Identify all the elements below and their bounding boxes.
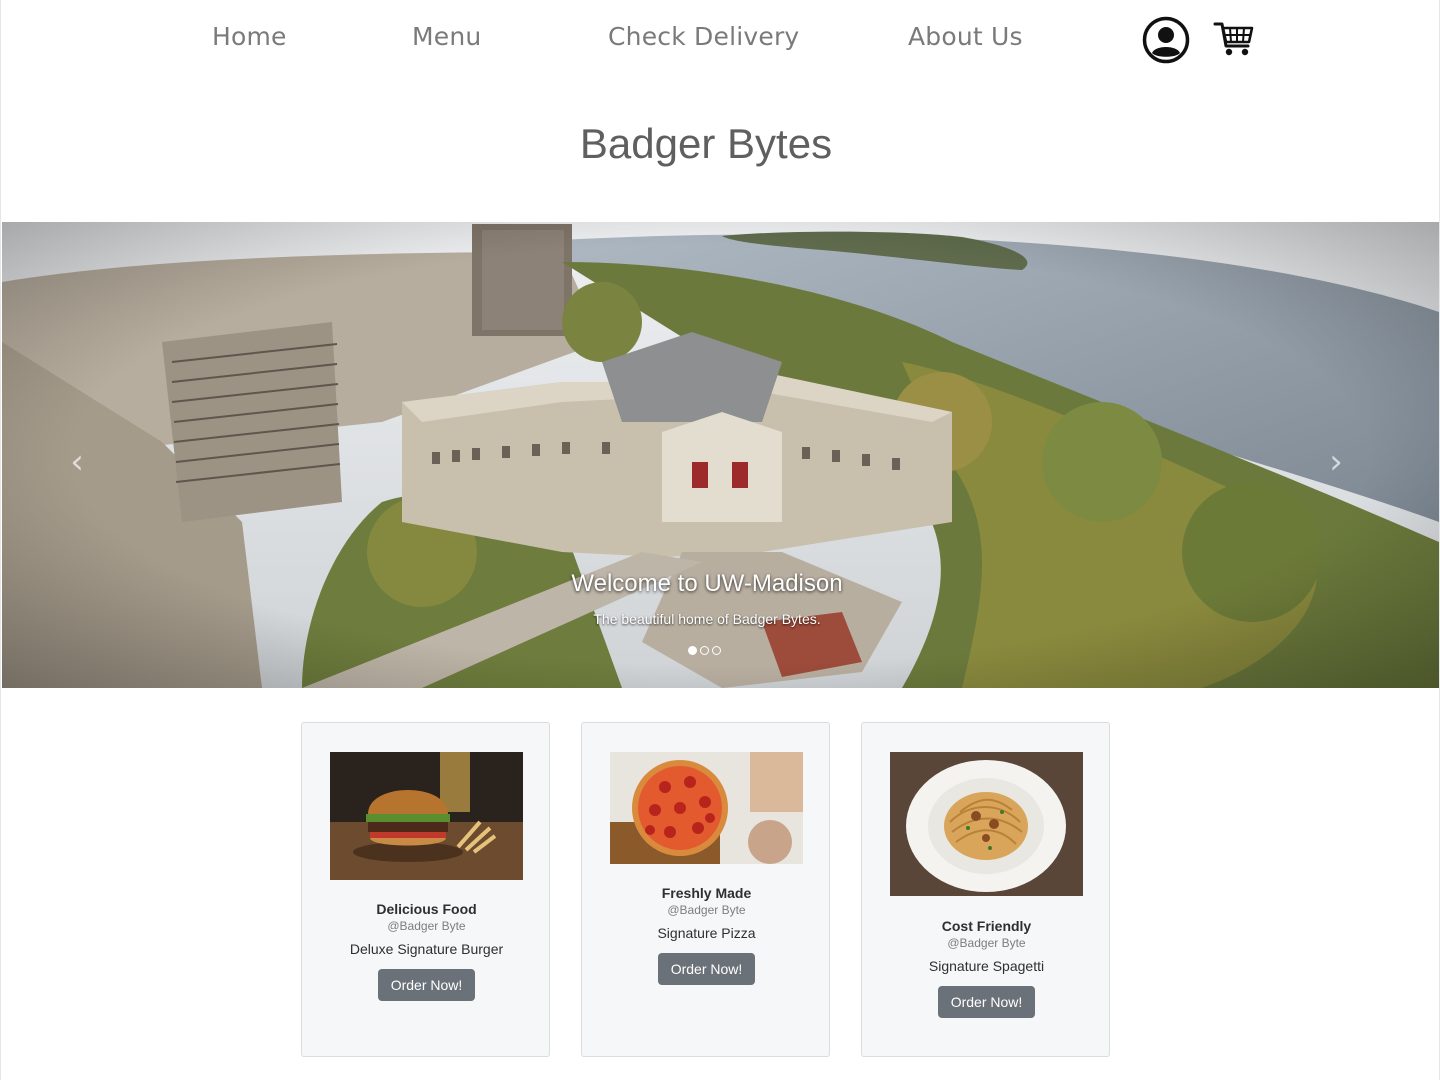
card-text: Signature Pizza [657,925,756,941]
card-text: Signature Spagetti [928,958,1045,974]
shopping-cart-icon[interactable] [1213,18,1255,60]
carousel-indicator-1[interactable] [688,646,697,655]
card-subtitle: @Badger Byte [387,919,466,933]
nav-link-menu[interactable]: Menu [412,22,481,51]
chevron-right-icon: › [1329,442,1343,482]
order-now-button-burger[interactable]: Order Now! [378,969,475,1001]
nav-link-home[interactable]: Home [212,22,287,51]
burger-image [330,752,523,880]
spaghetti-image [890,752,1083,896]
card-text: Deluxe Signature Burger [349,941,504,957]
carousel-indicator-3[interactable] [712,646,721,655]
card-subtitle: @Badger Byte [667,903,746,917]
card-title: Delicious Food [376,901,477,917]
order-now-button-pizza[interactable]: Order Now! [658,953,755,985]
product-card-spaghetti: Cost Friendly @Badger Byte Signature Spa… [861,722,1110,1057]
navbar: Home Menu Check Delivery About Us [1,0,1440,80]
product-card-pizza: Freshly Made @Badger Byte Signature Pizz… [581,722,830,1057]
carousel-caption-text: The beautiful home of Badger Bytes. [593,611,821,627]
carousel-next-button[interactable]: › [1321,440,1351,484]
chevron-left-icon: ‹ [70,442,84,482]
carousel-indicator-2[interactable] [700,646,709,655]
carousel-caption-title: Welcome to UW-Madison [571,570,843,597]
pizza-image [610,752,803,864]
user-account-icon[interactable] [1142,16,1190,64]
nav-link-about-us[interactable]: About Us [908,22,1023,51]
site-title: Badger Bytes [579,120,833,167]
card-title: Cost Friendly [941,918,1032,934]
carousel-indicators [688,646,721,655]
nav-link-check-delivery[interactable]: Check Delivery [608,22,799,51]
order-now-button-spaghetti[interactable]: Order Now! [938,986,1035,1018]
card-subtitle: @Badger Byte [947,936,1026,950]
hero-carousel: ‹ › Welcome to UW-Madison The beautiful … [2,222,1439,688]
carousel-prev-button[interactable]: ‹ [62,440,92,484]
product-card-burger: Delicious Food @Badger Byte Deluxe Signa… [301,722,550,1057]
card-title: Freshly Made [661,885,752,901]
